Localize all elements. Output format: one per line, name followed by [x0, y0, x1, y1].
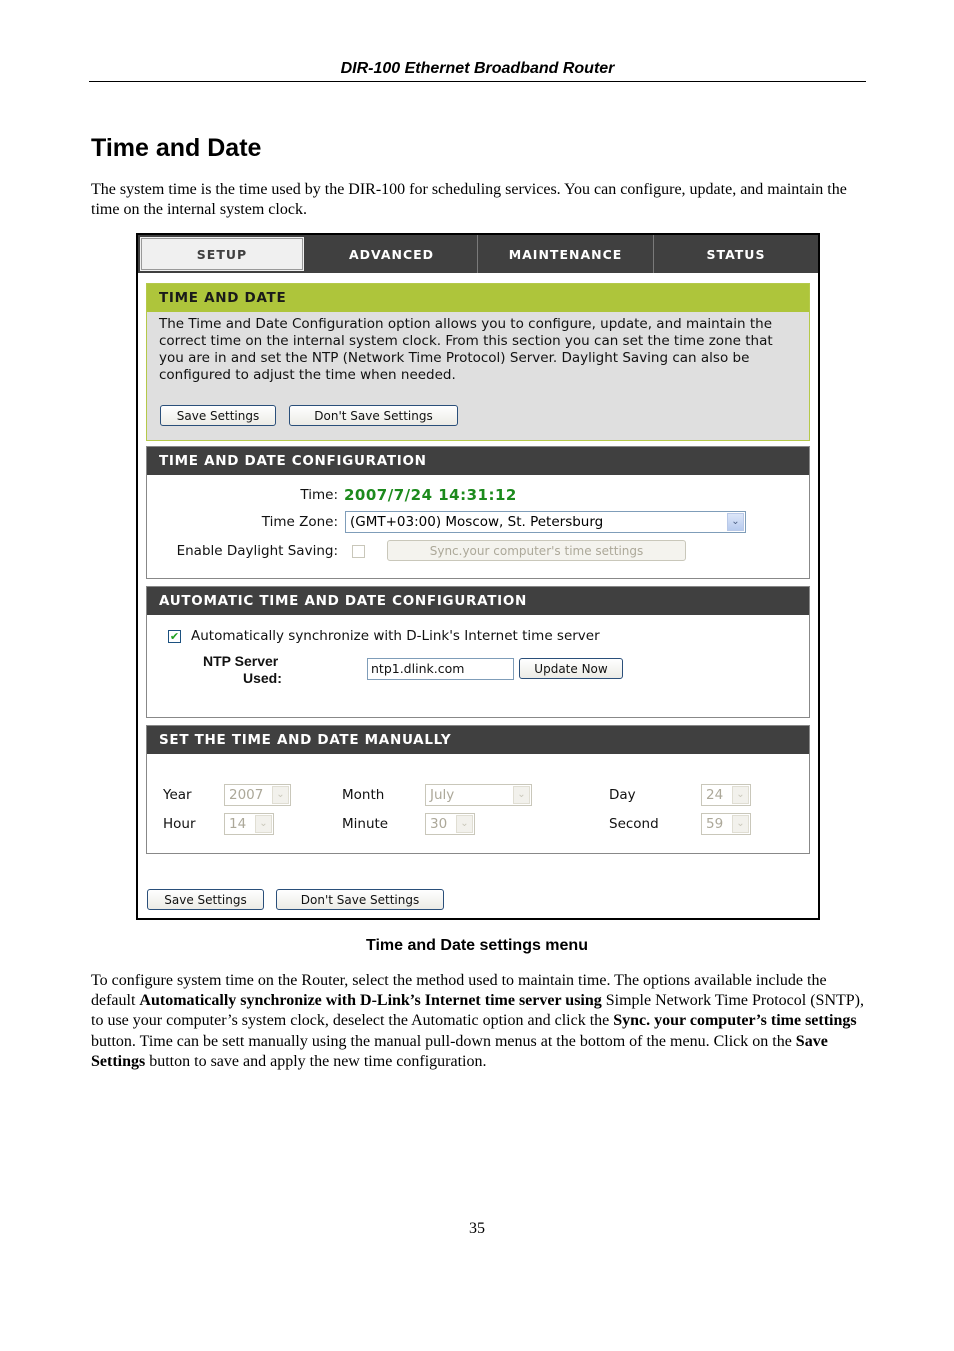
chevron-down-icon[interactable]: ⌄ — [727, 513, 744, 531]
ntp-server-label-line2: Used: — [243, 670, 282, 686]
tab-status[interactable]: STATUS — [654, 235, 818, 273]
chevron-down-icon: ⌄ — [513, 786, 530, 804]
hour-value: 14 — [229, 816, 247, 832]
body-paragraph: To configure system time on the Router, … — [91, 971, 866, 1072]
check-icon: ✔ — [169, 630, 180, 643]
save-settings-button[interactable]: Save Settings — [160, 405, 276, 426]
tab-bar: SETUP ADVANCED MAINTENANCE STATUS — [138, 235, 818, 273]
header-rule — [89, 81, 866, 82]
year-value: 2007 — [229, 787, 264, 803]
minute-select[interactable]: 30 ⌄ — [425, 813, 475, 835]
hour-label: Hour — [163, 816, 196, 832]
chevron-down-icon: ⌄ — [272, 786, 289, 804]
dont-save-settings-button[interactable]: Don't Save Settings — [289, 405, 458, 426]
time-zone-selected-value: (GMT+03:00) Moscow, St. Petersburg — [350, 514, 604, 530]
chevron-down-icon: ⌄ — [732, 815, 749, 833]
day-value: 24 — [706, 787, 724, 803]
ntp-server-label-line1: NTP Server — [203, 653, 279, 669]
year-label: Year — [163, 787, 192, 803]
tab-setup[interactable]: SETUP — [138, 235, 306, 273]
chevron-down-icon: ⌄ — [456, 815, 473, 833]
second-value: 59 — [706, 816, 724, 832]
automatic-time-configuration-box: AUTOMATIC TIME AND DATE CONFIGURATION ✔ … — [146, 586, 810, 718]
daylight-saving-label: Enable Daylight Saving: — [176, 543, 338, 559]
body-text: button. Time can be sett manually using … — [91, 1032, 796, 1050]
daylight-saving-checkbox[interactable] — [352, 545, 365, 558]
month-label: Month — [342, 787, 385, 803]
month-select[interactable]: July ⌄ — [425, 784, 532, 806]
footer-dont-save-settings-button[interactable]: Don't Save Settings — [276, 889, 444, 910]
router-screenshot: SETUP ADVANCED MAINTENANCE STATUS TIME A… — [136, 233, 820, 920]
section-heading: TIME AND DATE CONFIGURATION — [147, 447, 809, 475]
day-label: Day — [609, 787, 636, 803]
chevron-down-icon: ⌄ — [732, 786, 749, 804]
minute-value: 30 — [430, 816, 448, 832]
hour-select[interactable]: 14 ⌄ — [224, 813, 274, 835]
tab-maintenance[interactable]: MAINTENANCE — [478, 235, 654, 273]
page-number: 35 — [469, 1220, 485, 1237]
time-date-configuration-box: TIME AND DATE CONFIGURATION Time: 2007/7… — [146, 446, 810, 579]
current-time-value: 2007/7/24 14:31:12 — [344, 486, 517, 504]
section-heading: TIME AND DATE — [147, 284, 809, 312]
section-heading: AUTOMATIC TIME AND DATE CONFIGURATION — [147, 587, 809, 615]
time-zone-label: Time Zone: — [261, 514, 338, 530]
tab-advanced[interactable]: ADVANCED — [306, 235, 478, 273]
running-header: DIR-100 Ethernet Broadband Router — [340, 60, 615, 77]
time-label: Time: — [300, 487, 338, 503]
second-label: Second — [609, 816, 659, 832]
auto-sync-checkbox[interactable]: ✔ — [168, 630, 181, 643]
page-title: Time and Date — [91, 134, 262, 162]
intro-paragraph: The system time is the time used by the … — [91, 181, 847, 218]
sync-computer-time-button[interactable]: Sync.your computer's time settings — [387, 540, 686, 561]
body-bold-text: Automatically synchronize with D-Link’s … — [139, 992, 602, 1010]
body-bold-text: Sync. your computer’s time settings — [613, 1012, 857, 1030]
chevron-down-icon: ⌄ — [255, 815, 272, 833]
day-select[interactable]: 24 ⌄ — [701, 784, 751, 806]
time-zone-select[interactable]: (GMT+03:00) Moscow, St. Petersburg ⌄ — [345, 511, 746, 533]
manual-time-box: SET THE TIME AND DATE MANUALLY Year 2007… — [146, 725, 810, 854]
body-text: button to save and apply the new time co… — [145, 1052, 487, 1070]
figure-caption: Time and Date settings menu — [366, 937, 588, 954]
time-and-date-intro-box: TIME AND DATE The Time and Date Configur… — [146, 283, 810, 441]
auto-sync-label: Automatically synchronize with D-Link's … — [191, 628, 600, 644]
section-heading: SET THE TIME AND DATE MANUALLY — [147, 726, 809, 754]
section-description: The Time and Date Configuration option a… — [159, 316, 773, 383]
minute-label: Minute — [342, 816, 389, 832]
year-select[interactable]: 2007 ⌄ — [224, 784, 291, 806]
second-select[interactable]: 59 ⌄ — [701, 813, 751, 835]
footer-save-settings-button[interactable]: Save Settings — [147, 889, 264, 910]
month-value: July — [430, 787, 455, 803]
update-now-button[interactable]: Update Now — [519, 658, 623, 679]
ntp-server-input[interactable]: ntp1.dlink.com — [367, 658, 514, 680]
